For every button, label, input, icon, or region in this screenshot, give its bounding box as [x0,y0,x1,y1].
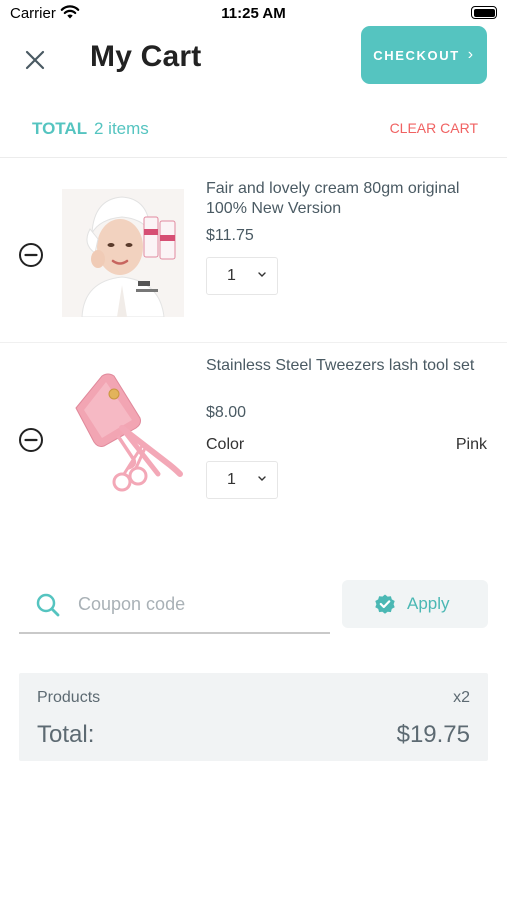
variant-value: Pink [455,436,487,453]
total-label: TOTAL [32,119,88,138]
remove-item-button[interactable] [18,427,44,453]
cart-item: Stainless Steel Tweezers lash tool set $… [0,344,507,534]
total-label: Total: [37,721,95,748]
minus-circle-icon [19,243,43,267]
items-count: 2 items [94,119,149,138]
product-price: $11.75 [206,227,254,244]
chevron-right-icon: › [467,46,475,63]
quantity-value: 1 [227,471,236,488]
chevron-down-icon [258,272,266,277]
battery-icon [471,6,497,19]
cart-total-bar: TOTAL 2 items CLEAR CART [0,112,507,158]
clock: 11:25 AM [221,5,286,22]
chevron-down-icon [258,476,266,481]
close-icon [25,50,45,70]
variant-label: Color [206,436,245,453]
cream-product-image [62,189,184,317]
product-price: $8.00 [206,404,247,421]
quantity-value: 1 [227,267,236,284]
remove-item-button[interactable] [18,242,44,268]
cart-item: Fair and lovely cream 80gm original 100%… [0,159,507,343]
page-title: My Cart [90,40,202,73]
tweezers-product-image [62,364,184,492]
products-count: x2 [453,689,470,706]
verified-check-icon [375,594,395,614]
close-button[interactable] [20,45,50,75]
coupon-code-input[interactable]: Coupon code [19,580,330,634]
quantity-select[interactable]: 1 [206,461,278,499]
total-value: $19.75 [396,721,470,748]
apply-coupon-button[interactable]: Apply [342,580,488,628]
clear-cart-button[interactable]: CLEAR CART [390,120,478,136]
status-bar: Carrier 11:25 AM [0,0,507,28]
search-icon [36,593,60,617]
apply-label: Apply [407,594,450,613]
product-name[interactable]: Stainless Steel Tweezers lash tool set [206,356,486,376]
products-label: Products [37,689,101,706]
checkout-button[interactable]: CHECKOUT › [361,26,487,84]
checkout-label: CHECKOUT [373,47,460,63]
quantity-select[interactable]: 1 [206,257,278,295]
coupon-placeholder: Coupon code [78,594,186,614]
product-name[interactable]: Fair and lovely cream 80gm original 100%… [206,179,486,219]
order-summary: Products x2 Total: $19.75 [19,673,488,761]
minus-circle-icon [19,428,43,452]
